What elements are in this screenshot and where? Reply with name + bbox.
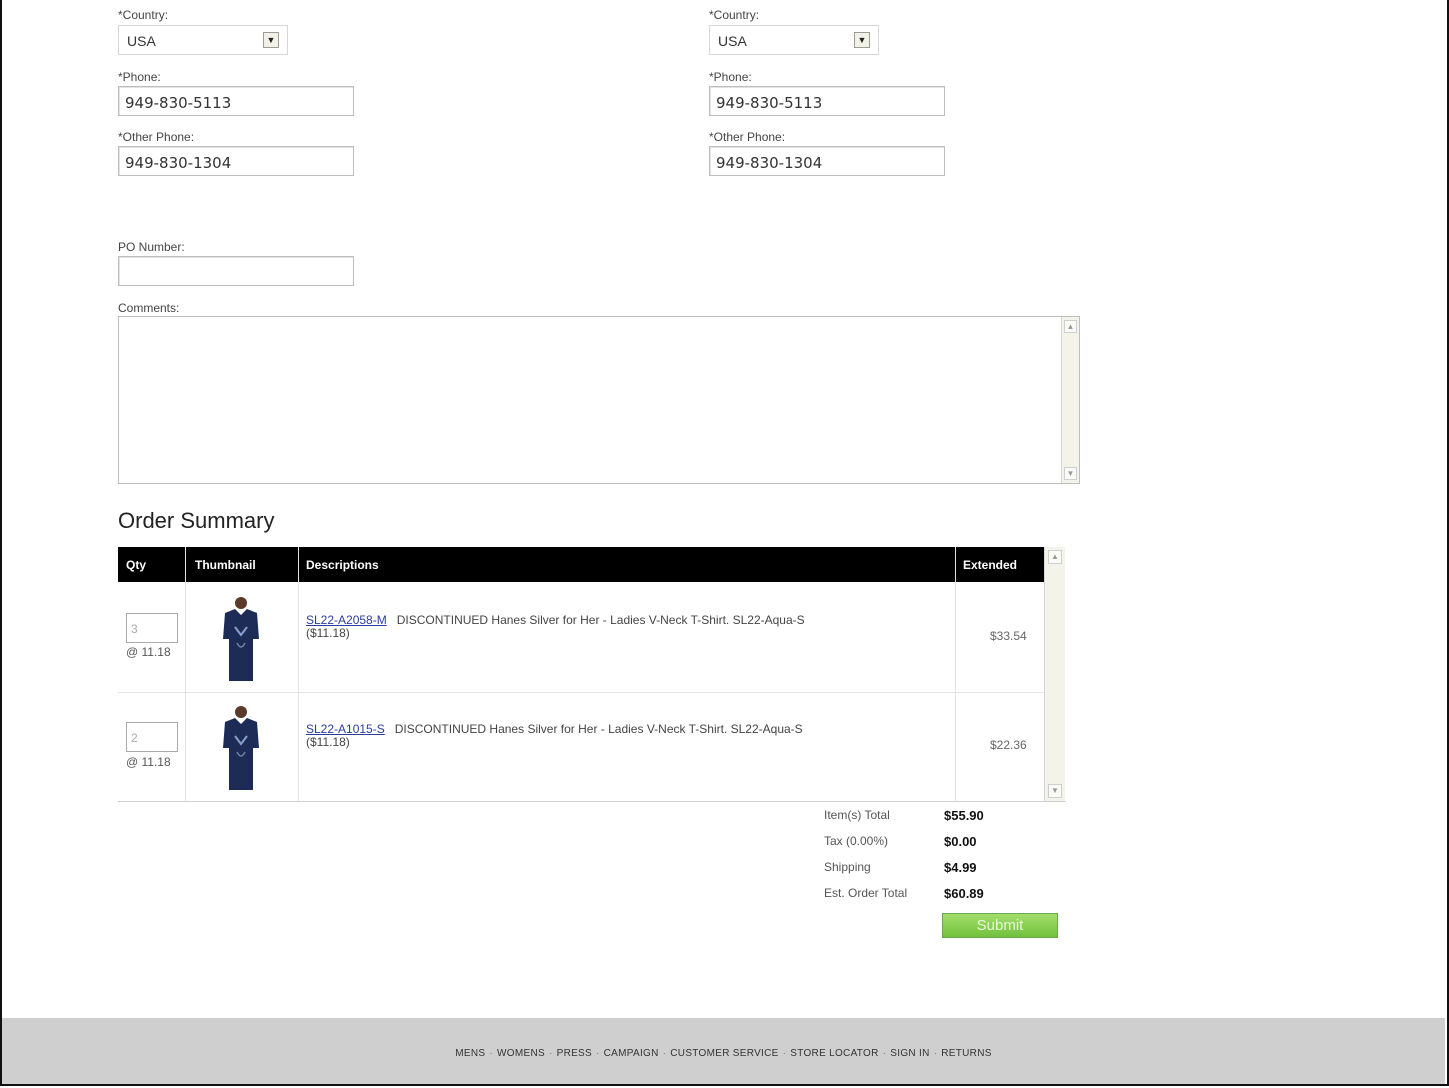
item-total-value: $55.90 (944, 808, 984, 823)
shipping-other-phone-field[interactable]: 949-830-1304 (709, 146, 945, 176)
billing-other-phone-label: *Other Phone: (118, 130, 195, 144)
footer-link-press[interactable]: PRESS (557, 1048, 592, 1059)
table-header: Qty Thumbnail Descriptions Extended (118, 547, 1044, 582)
product-thumbnail[interactable] (213, 593, 269, 681)
footer-link-womens[interactable]: WOMENS (497, 1048, 545, 1059)
product-sku-link[interactable]: SL22-A1015-S (306, 722, 385, 736)
submit-button[interactable]: Submit (942, 913, 1058, 938)
scroll-down-icon[interactable]: ▼ (1048, 784, 1062, 798)
scroll-up-icon[interactable]: ▲ (1048, 550, 1062, 564)
table-scrollbar[interactable]: ▲ ▼ (1044, 547, 1065, 801)
price-note: ($11.18) (306, 626, 350, 640)
footer-link-sign-in[interactable]: SIGN IN (890, 1048, 929, 1059)
footer-separator: · (933, 1048, 938, 1059)
shipping-phone-field[interactable]: 949-830-5113 (709, 86, 945, 116)
footer-separator: · (548, 1048, 553, 1059)
column-header-descriptions: Descriptions (306, 558, 379, 572)
column-divider (298, 547, 299, 801)
po-number-label: PO Number: (118, 240, 185, 254)
column-divider (955, 547, 956, 801)
billing-phone-label: *Phone: (118, 70, 161, 84)
billing-other-phone-field[interactable]: 949-830-1304 (118, 146, 354, 176)
unit-price: @ 11.18 (126, 645, 171, 659)
footer-separator: · (489, 1048, 494, 1059)
quantity-field[interactable]: 3 (126, 613, 178, 643)
unit-price: @ 11.18 (126, 755, 171, 769)
column-header-thumbnail: Thumbnail (195, 558, 256, 572)
footer-separator: · (596, 1048, 600, 1059)
chevron-down-icon[interactable]: ▼ (854, 32, 870, 48)
footer-separator: · (882, 1048, 887, 1059)
shipping-country-label: *Country: (709, 8, 760, 22)
footer-link-mens[interactable]: MENS (455, 1048, 485, 1059)
comments-textarea[interactable]: ▲ ▼ (118, 316, 1080, 484)
order-summary-table: Qty Thumbnail Descriptions Extended 3 @ … (118, 547, 1066, 802)
quantity-field[interactable]: 2 (126, 722, 178, 752)
shipping-other-phone-label: *Other Phone: (709, 130, 786, 144)
product-name: DISCONTINUED Hanes Silver for Her - Ladi… (396, 613, 805, 627)
footer-separator: · (662, 1048, 667, 1059)
po-number-field[interactable] (118, 256, 354, 286)
column-header-extended: Extended (963, 558, 1018, 572)
footer-link-customer-service[interactable]: CUSTOMER SERVICE (670, 1048, 778, 1059)
item-description: SL22-A2058-M DISCONTINUED Hanes Silver f… (306, 614, 946, 640)
shipping-country-value: USA (718, 33, 747, 49)
footer-link-returns[interactable]: RETURNS (941, 1048, 991, 1059)
footer-link-campaign[interactable]: CAMPAIGN (604, 1048, 659, 1059)
row-divider (118, 692, 1044, 693)
shipping-value: $4.99 (944, 860, 977, 875)
comments-label: Comments: (118, 301, 180, 315)
comments-scrollbar[interactable]: ▲ ▼ (1061, 317, 1079, 483)
product-name: DISCONTINUED Hanes Silver for Her - Ladi… (394, 722, 803, 736)
price-note: ($11.18) (306, 735, 350, 749)
chevron-down-icon[interactable]: ▼ (263, 32, 279, 48)
scroll-up-icon[interactable]: ▲ (1064, 320, 1077, 333)
billing-country-label: *Country: (118, 8, 169, 22)
extended-price: $22.36 (990, 738, 1027, 752)
product-thumbnail[interactable] (213, 702, 269, 790)
shipping-country-select[interactable]: USA ▼ (709, 25, 879, 55)
column-divider (185, 547, 186, 801)
product-sku-link[interactable]: SL22-A2058-M (306, 613, 387, 627)
tax-label: Tax (0.00%) (824, 834, 889, 848)
scroll-down-icon[interactable]: ▼ (1064, 467, 1077, 480)
item-total-label: Item(s) Total (824, 808, 890, 822)
footer-link-store-locator[interactable]: STORE LOCATOR (790, 1048, 878, 1059)
tax-value: $0.00 (944, 834, 977, 849)
column-header-qty: Qty (126, 558, 147, 572)
shipping-label: Shipping (824, 860, 871, 874)
footer: MENS · WOMENS · PRESS · CAMPAIGN · CUSTOMER SERV… (2, 1018, 1445, 1084)
order-total-value: $60.89 (944, 886, 984, 901)
item-description: SL22-A1015-S DISCONTINUED Hanes Silver f… (306, 723, 946, 749)
order-summary-title: Order Summary (118, 508, 275, 533)
footer-nav: MENS · WOMENS · PRESS · CAMPAIGN · CUSTOMER SERV… (2, 1048, 1445, 1059)
billing-country-value: USA (127, 33, 156, 49)
order-total-label: Est. Order Total (824, 886, 908, 900)
footer-separator: · (782, 1048, 787, 1059)
billing-country-select[interactable]: USA ▼ (118, 25, 288, 55)
shipping-phone-label: *Phone: (709, 70, 752, 84)
extended-price: $33.54 (990, 629, 1027, 643)
billing-phone-field[interactable]: 949-830-5113 (118, 86, 354, 116)
